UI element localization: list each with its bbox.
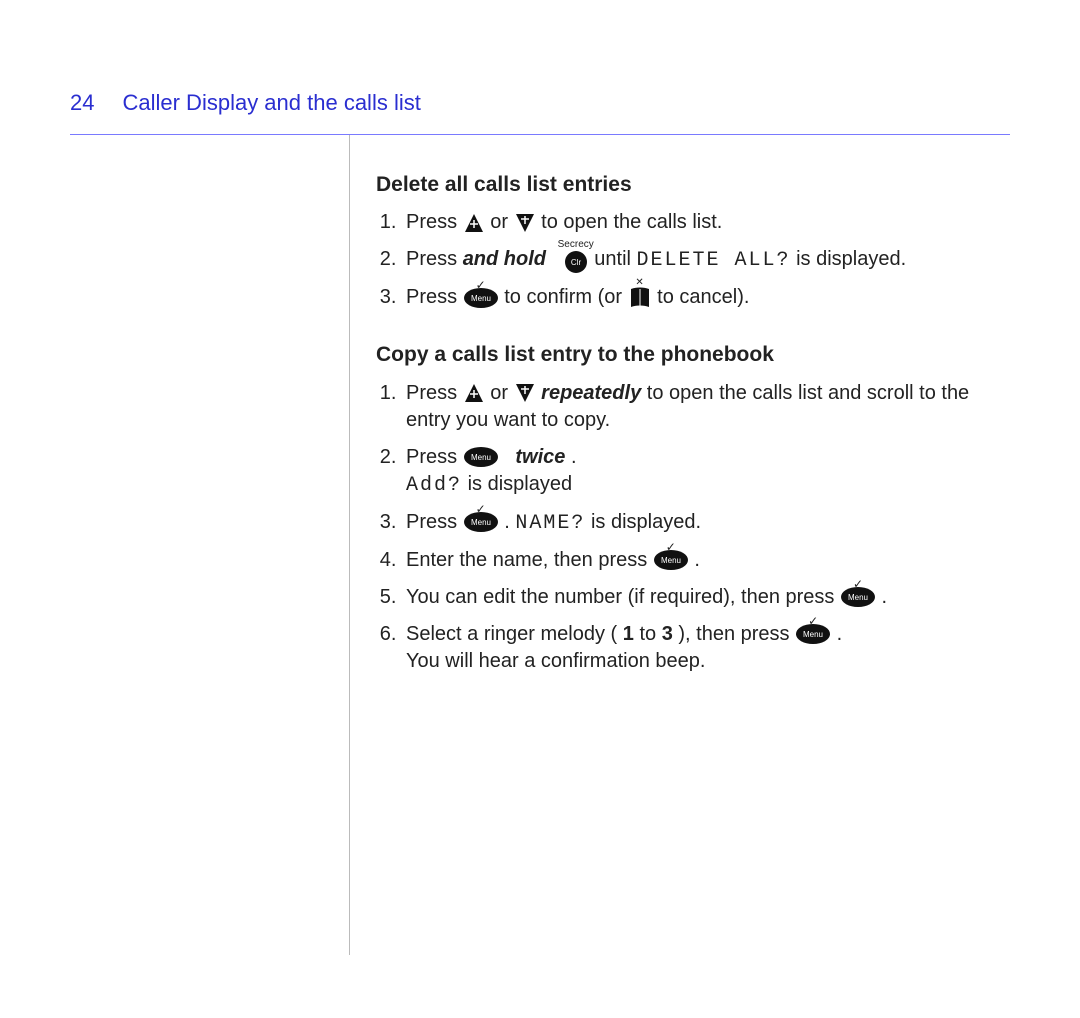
- menu-key-icon: ✓ Menu: [463, 511, 499, 533]
- emphasis-and-hold: and hold: [463, 248, 546, 270]
- svg-text:Menu: Menu: [803, 630, 823, 639]
- menu-key-icon: Menu: [463, 446, 499, 468]
- emphasis-repeatedly: repeatedly: [541, 382, 641, 404]
- svg-text:Menu: Menu: [848, 593, 868, 602]
- text: Press: [406, 446, 463, 468]
- step-copy-1: Press or repeatedly to open the calls li…: [402, 380, 1000, 434]
- text: .: [837, 623, 843, 645]
- tick-mark-icon: ✓: [666, 541, 676, 553]
- step-copy-5: You can edit the number (if required), t…: [402, 584, 1000, 611]
- clr-key-label: Secrecy: [558, 238, 594, 252]
- down-key-icon: [514, 382, 536, 404]
- text: is displayed: [468, 473, 573, 495]
- menu-key-icon: ✓ Menu: [463, 287, 499, 309]
- left-margin-column: [70, 135, 350, 955]
- step-delete-2: Press and hold Secrecy Clr until DELETE …: [402, 246, 1000, 274]
- text: is displayed.: [591, 511, 701, 533]
- content-column: Delete all calls list entries Press or t…: [350, 135, 1010, 955]
- clr-key-icon: Secrecy Clr: [563, 249, 589, 275]
- bold-3: 3: [662, 623, 673, 645]
- tick-mark-icon: ✓: [476, 279, 486, 291]
- down-key-icon: [514, 212, 536, 234]
- step-copy-2: Press Menu twice . Add? is displayed: [402, 444, 1000, 499]
- text: Enter the name, then press: [406, 549, 653, 571]
- emphasis-twice: twice: [515, 446, 565, 468]
- text: is displayed.: [796, 248, 906, 270]
- menu-key-icon: ✓ Menu: [653, 549, 689, 571]
- text: Press: [406, 511, 463, 533]
- step-delete-1: Press or to open the calls list.: [402, 209, 1000, 236]
- phonebook-key-icon: ✕: [628, 286, 652, 310]
- menu-key-icon: ✓ Menu: [840, 586, 876, 608]
- text: ), then press: [678, 623, 795, 645]
- text: .: [571, 446, 577, 468]
- text: Press: [406, 382, 463, 404]
- display-name: NAME?: [515, 512, 585, 535]
- text: You can edit the number (if required), t…: [406, 586, 840, 608]
- display-delete-all: DELETE ALL?: [637, 249, 791, 272]
- tick-mark-icon: ✓: [853, 578, 863, 590]
- text: or: [490, 382, 513, 404]
- display-add: Add?: [406, 474, 462, 497]
- text: .: [504, 511, 515, 533]
- up-key-icon: [463, 382, 485, 404]
- text: You will hear a confirmation beep.: [406, 650, 705, 672]
- tick-mark-icon: ✓: [808, 615, 818, 627]
- text: Press: [406, 286, 463, 308]
- svg-text:Clr: Clr: [571, 258, 582, 267]
- text: or: [490, 211, 513, 233]
- text: Press: [406, 211, 463, 233]
- tick-mark-icon: ✓: [476, 503, 486, 515]
- svg-text:Menu: Menu: [471, 453, 491, 462]
- page-header: 24 Caller Display and the calls list: [70, 90, 1010, 116]
- text: Press: [406, 248, 463, 270]
- heading-copy-entry: Copy a calls list entry to the phonebook: [376, 341, 1000, 369]
- up-key-icon: [463, 212, 485, 234]
- step-copy-3: Press ✓ Menu . NAME? is displayed.: [402, 509, 1000, 537]
- section-title: Caller Display and the calls list: [122, 90, 420, 116]
- bold-1: 1: [623, 623, 634, 645]
- text: .: [694, 549, 700, 571]
- text: to confirm (or: [504, 286, 627, 308]
- steps-delete-all: Press or to open the calls list. Press a…: [376, 209, 1000, 311]
- page-number: 24: [70, 90, 94, 116]
- step-copy-4: Enter the name, then press ✓ Menu .: [402, 547, 1000, 574]
- heading-delete-all: Delete all calls list entries: [376, 171, 1000, 199]
- manual-page: 24 Caller Display and the calls list Del…: [0, 0, 1080, 1018]
- svg-text:Menu: Menu: [661, 556, 681, 565]
- menu-key-icon: ✓ Menu: [795, 623, 831, 645]
- text: until: [594, 248, 636, 270]
- text: .: [882, 586, 888, 608]
- step-copy-6: Select a ringer melody ( 1 to 3 ), then …: [402, 621, 1000, 675]
- text: Select a ringer melody (: [406, 623, 617, 645]
- steps-copy-entry: Press or repeatedly to open the calls li…: [376, 380, 1000, 675]
- svg-text:Menu: Menu: [471, 518, 491, 527]
- two-column-layout: Delete all calls list entries Press or t…: [70, 135, 1010, 955]
- svg-text:Menu: Menu: [471, 294, 491, 303]
- text: to open the calls list.: [541, 211, 722, 233]
- step-delete-3: Press ✓ Menu to confirm (or ✕ to cancel)…: [402, 284, 1000, 311]
- text: to cancel).: [657, 286, 749, 308]
- text: to: [639, 623, 661, 645]
- x-mark-icon: ✕: [635, 278, 643, 288]
